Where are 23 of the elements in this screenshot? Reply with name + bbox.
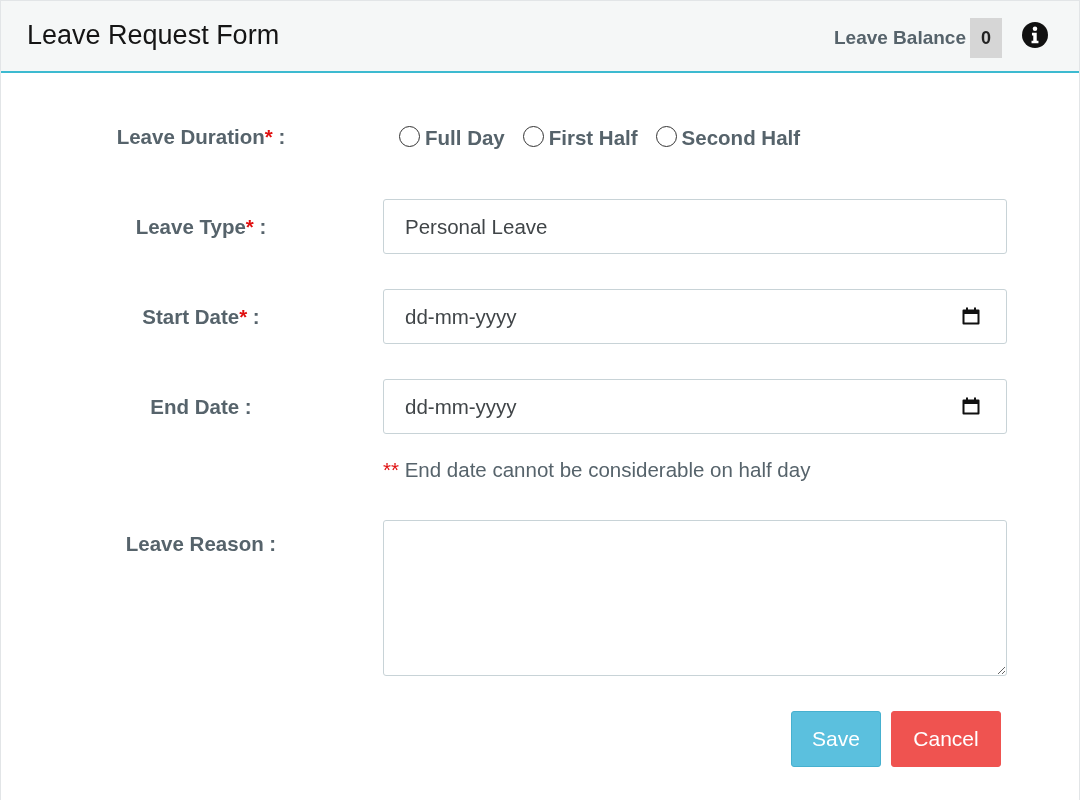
cancel-button[interactable]: Cancel bbox=[891, 711, 1001, 767]
radio-button[interactable] bbox=[399, 125, 420, 147]
balance-count: 0 bbox=[970, 18, 1002, 58]
field-label: End Date : bbox=[149, 394, 253, 420]
text-field[interactable]: Personal Leave bbox=[383, 199, 1007, 254]
radio-label[interactable]: Full Day bbox=[425, 126, 505, 150]
field-note: ** End date cannot be considerable on half day bbox=[383, 459, 812, 481]
radio-label[interactable]: Second Half bbox=[681, 126, 801, 150]
balance-label: Leave Balance bbox=[833, 27, 966, 49]
field-label: Leave Type* : bbox=[134, 214, 268, 240]
info-icon[interactable] bbox=[1022, 21, 1048, 48]
form-title: Leave Request Form bbox=[27, 19, 280, 52]
calendar-icon[interactable] bbox=[962, 307, 980, 325]
radio-button[interactable] bbox=[655, 125, 677, 147]
radio-button[interactable] bbox=[522, 125, 544, 147]
field-label: Leave Duration* : bbox=[115, 124, 287, 150]
date-field[interactable]: dd-mm-yyyy bbox=[383, 379, 1007, 434]
calendar-icon[interactable] bbox=[962, 397, 980, 415]
textarea-field[interactable] bbox=[383, 520, 1007, 676]
date-field[interactable]: dd-mm-yyyy bbox=[383, 289, 1007, 344]
radio-label[interactable]: First Half bbox=[548, 126, 638, 150]
field-label: Leave Reason : bbox=[124, 531, 278, 557]
field-label: Start Date* : bbox=[141, 304, 261, 330]
